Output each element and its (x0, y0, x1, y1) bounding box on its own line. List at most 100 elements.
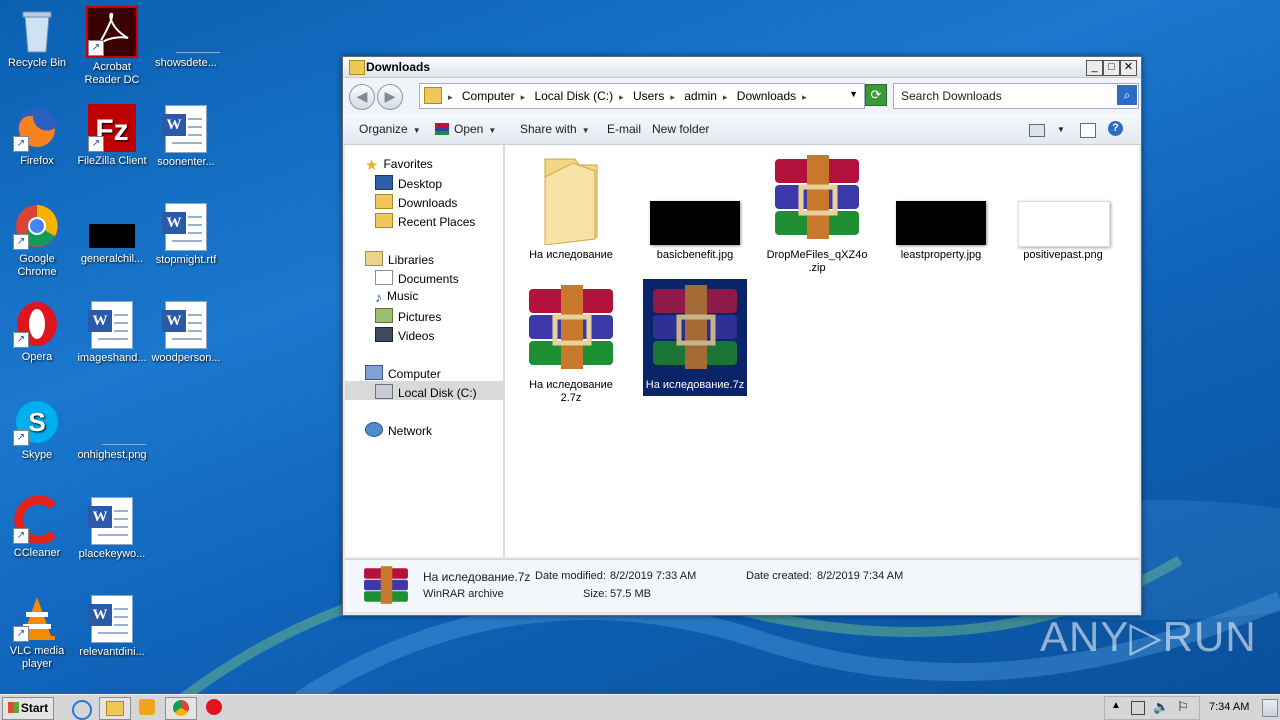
file-item[interactable]: DropMeFiles_qXZ4o .zip (765, 149, 869, 275)
organize-button[interactable]: Organize ▼ (359, 122, 421, 136)
desktop-icon-filezilla[interactable]: Fz ↗ FileZilla Client (75, 104, 149, 168)
desktop-icon-recycle-bin[interactable]: Recycle Bin (0, 6, 74, 70)
black-image-icon (88, 202, 136, 250)
address-dropdown-icon[interactable]: ▼ (849, 89, 858, 99)
nav-documents[interactable]: Documents (375, 270, 459, 286)
breadcrumb-local-disk[interactable]: Local Disk (C:) (534, 89, 613, 103)
share-with-button[interactable]: Share with ▼ (520, 122, 590, 136)
desktop-icon-firefox[interactable]: ↗ Firefox (0, 104, 74, 168)
preview-pane-icon[interactable] (1080, 123, 1096, 138)
breadcrumb-separator-icon[interactable]: ▸ (670, 92, 675, 102)
address-bar[interactable]: ▸ Computer ▸ Local Disk (C:) ▸ Users ▸ admi… (419, 83, 865, 109)
taskbar-explorer-button[interactable] (99, 697, 131, 720)
breadcrumb-separator-icon[interactable]: ▸ (802, 92, 807, 102)
file-item[interactable]: basicbenefit.jpg (643, 149, 747, 262)
action-center-flag-icon[interactable]: ⚐ (1177, 699, 1189, 715)
breadcrumb-downloads[interactable]: Downloads (737, 89, 796, 103)
back-button[interactable]: ◀ (349, 84, 375, 110)
file-item[interactable]: На иследование 2.7z (519, 279, 623, 405)
open-button[interactable]: Open ▼ (435, 122, 496, 136)
desktop-icon-vlc[interactable]: ↗ VLC media player (0, 594, 74, 671)
desktop-icon-ccleaner[interactable]: ↗ CCleaner (0, 495, 74, 560)
desktop-icon-acrobat[interactable]: ↗ Acrobat Reader DC (75, 6, 149, 87)
chevron-down-icon: ▼ (412, 126, 421, 135)
search-input[interactable]: Search Downloads ⌕ (893, 83, 1139, 109)
opera-icon[interactable] (206, 699, 222, 715)
nav-desktop[interactable]: Desktop (375, 175, 442, 191)
music-icon: ♪ (375, 289, 382, 305)
start-button[interactable]: Start (2, 697, 54, 720)
desktop-icon-opera[interactable]: ↗ Opera (0, 300, 74, 364)
nav-libraries[interactable]: Libraries (365, 251, 434, 267)
breadcrumb-separator-icon[interactable]: ▸ (723, 92, 728, 102)
desktop-icon-relevantdini[interactable]: W relevantdini... (75, 594, 149, 659)
nav-network[interactable]: Network (365, 422, 432, 438)
file-item[interactable]: leastproperty.jpg (889, 149, 993, 262)
firefox-icon: ↗ (13, 104, 61, 152)
file-item[interactable]: На иследование (519, 149, 623, 262)
volume-icon[interactable]: 🔈 (1153, 699, 1169, 715)
breadcrumb-users[interactable]: Users (633, 89, 664, 103)
desktop-icon-label: Firefox (20, 155, 54, 167)
network-status-icon[interactable] (1131, 701, 1145, 715)
desktop-icon-placekeywo[interactable]: W placekeywo... (75, 496, 149, 561)
nav-local-disk-selected[interactable]: Local Disk (C:) (345, 381, 503, 400)
new-folder-button[interactable]: New folder (652, 122, 709, 136)
nav-computer[interactable]: Computer (365, 365, 441, 381)
breadcrumb-admin[interactable]: admin (684, 89, 717, 103)
close-button[interactable]: ✕ (1120, 60, 1137, 76)
nav-label: Network (388, 424, 433, 438)
desktop-icon-label: generalchil... (80, 253, 144, 265)
internet-explorer-icon[interactable] (72, 700, 92, 720)
show-hidden-icons-icon[interactable]: ▲ (1111, 700, 1121, 711)
breadcrumb-computer[interactable]: Computer (462, 89, 515, 103)
refresh-button[interactable]: ⟳ (865, 84, 887, 106)
nav-favorites[interactable]: ★ Favorites (365, 156, 433, 174)
desktop-icon-label: CCleaner (13, 547, 61, 559)
change-view-icon[interactable] (1029, 124, 1045, 137)
search-icon[interactable]: ⌕ (1117, 85, 1137, 105)
show-desktop-button[interactable] (1262, 699, 1278, 717)
breadcrumb-separator-icon[interactable]: ▸ (521, 92, 526, 102)
desktop-icon-label: Recycle Bin (7, 57, 67, 69)
media-player-icon[interactable] (139, 699, 155, 715)
winrar-archive-icon (363, 566, 409, 604)
desktop-icon-soonenter[interactable]: W soonenter... (149, 104, 223, 169)
desktop-icon-label: VLC media player (9, 645, 65, 670)
nav-pictures[interactable]: Pictures (375, 308, 441, 324)
help-icon[interactable]: ? (1108, 121, 1123, 136)
clock[interactable]: 7:34 AM (1209, 701, 1249, 713)
nav-videos[interactable]: Videos (375, 327, 434, 343)
breadcrumb-separator-icon[interactable]: ▸ (619, 92, 624, 102)
view-dropdown-icon[interactable]: ▼ (1057, 125, 1065, 134)
details-pane: На иследование.7z WinRAR archive Date mo… (345, 559, 1139, 612)
nav-label: Music (387, 289, 419, 303)
taskbar-chrome-button[interactable] (165, 697, 197, 720)
forward-button[interactable]: ▶ (377, 84, 403, 110)
nav-downloads[interactable]: Downloads (375, 194, 457, 210)
email-button[interactable]: E-mail (607, 122, 641, 136)
content-area: ★ Favorites Desktop Downloads Recent Plac… (345, 145, 1139, 557)
nav-recent-places[interactable]: Recent Places (375, 213, 475, 229)
minimize-button[interactable]: _ (1086, 60, 1103, 76)
desktop-icon-showsdete[interactable]: showsdete... (149, 6, 223, 70)
desktop-icon-generalchil[interactable]: generalchil... (75, 202, 149, 266)
desktop-icon-chrome[interactable]: ↗ Google Chrome (0, 202, 74, 279)
image-file-icon (88, 398, 146, 446)
winrar-archive-icon (769, 149, 865, 245)
details-size-label: Size: (583, 588, 608, 600)
desktop-icon-imageshand[interactable]: W imageshand... (75, 300, 149, 365)
shortcut-arrow-icon: ↗ (88, 40, 104, 56)
file-item[interactable]: positivepast.png (1011, 149, 1115, 262)
nav-label: Computer (388, 367, 441, 381)
file-item-selected[interactable]: На иследование.7z (643, 279, 747, 396)
desktop-icon-skype[interactable]: S ↗ Skype (0, 398, 74, 462)
title-bar[interactable]: Downloads _ □ ✕ (343, 57, 1141, 78)
open-label: Open (454, 122, 484, 136)
desktop-icon-stopmight[interactable]: W stopmight.rtf (149, 202, 223, 267)
maximize-button[interactable]: □ (1103, 60, 1120, 76)
desktop-icon-woodperson[interactable]: W woodperson... (149, 300, 223, 365)
desktop-icon-onhighest[interactable]: onhighest.png (75, 398, 149, 462)
videos-icon (375, 327, 393, 342)
nav-music[interactable]: ♪ Music (375, 289, 418, 305)
